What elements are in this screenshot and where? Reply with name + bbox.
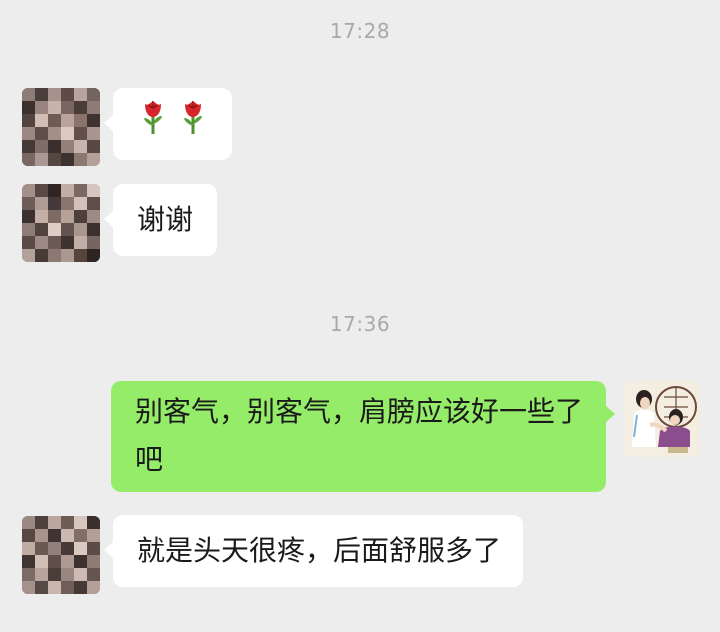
message-bubble-received[interactable]	[104, 88, 232, 160]
contact-avatar[interactable]	[22, 88, 100, 166]
message-bubble-sent[interactable]: 别客气，别客气，肩膀应该好一些了吧	[111, 381, 615, 492]
message-text: 谢谢	[137, 203, 194, 236]
contact-avatar[interactable]	[22, 516, 100, 594]
rose-icon	[140, 98, 166, 151]
rose-icon	[180, 98, 206, 151]
my-avatar[interactable]	[624, 381, 700, 457]
message-text: 就是头天很疼，后面舒服多了	[137, 534, 502, 567]
message-text: 别客气，别客气，肩膀应该好一些了吧	[135, 395, 584, 476]
timestamp: 17:36	[329, 312, 391, 336]
contact-avatar[interactable]	[22, 184, 100, 262]
timestamp: 17:28	[329, 19, 391, 43]
message-bubble-received[interactable]: 就是头天很疼，后面舒服多了	[103, 515, 524, 587]
message-bubble-received[interactable]: 谢谢	[103, 184, 218, 256]
